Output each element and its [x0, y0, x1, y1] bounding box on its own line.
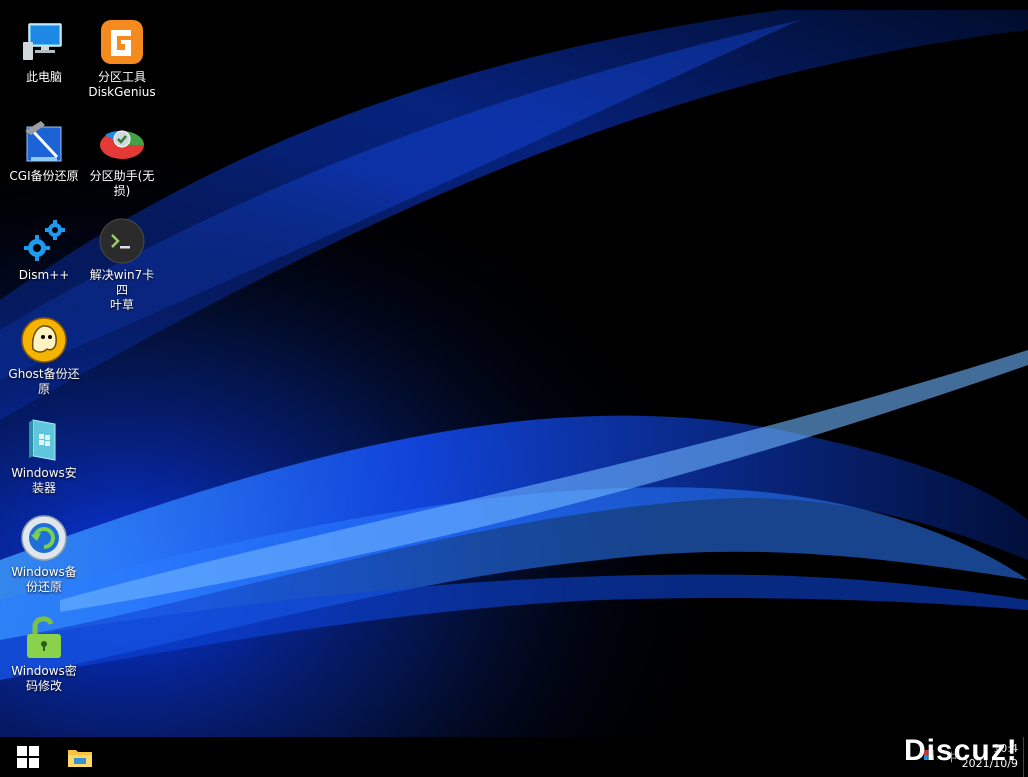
icon-label: Windows密 码修改 [11, 664, 77, 693]
terminal-icon [97, 216, 147, 266]
windows-installer-icon [19, 414, 69, 464]
cgi-backup-icon [19, 117, 69, 167]
desktop-icon-dism[interactable]: Dism++ [6, 202, 82, 294]
desktop: 此电脑 CGI备份还原 Dism++ Ghost备份还 原 Windows安 装… [0, 0, 1028, 737]
icon-label: Ghost备份还原 [8, 367, 80, 396]
desktop-icon-this-pc[interactable]: 此电脑 [6, 4, 82, 96]
partition-assistant-icon [97, 117, 147, 167]
unlock-icon [19, 612, 69, 662]
icon-label: 分区助手(无 损) [89, 169, 155, 198]
file-explorer-icon [68, 750, 92, 767]
icon-label: 此电脑 [25, 70, 62, 84]
icon-label: CGI备份还原 [9, 169, 79, 183]
icon-label: Windows安 装器 [11, 466, 77, 495]
windows-backup-icon [19, 513, 69, 563]
show-desktop-button[interactable] [1023, 737, 1028, 777]
icon-label: 解决win7卡四 叶草 [89, 268, 155, 312]
desktop-icon-partition-assistant[interactable]: 分区助手(无 损) [84, 103, 160, 198]
desktop-icon-windows-backup[interactable]: Windows备 份还原 [6, 499, 82, 594]
start-button[interactable] [4, 737, 52, 777]
desktop-icon-fix-win7[interactable]: 解决win7卡四 叶草 [84, 202, 160, 312]
desktop-icon-ghost[interactable]: Ghost备份还原 [6, 301, 82, 396]
gears-icon [19, 216, 69, 266]
desktop-icon-diskgenius[interactable]: 分区工具 DiskGenius [84, 4, 160, 99]
icon-label: 分区工具 DiskGenius [88, 70, 156, 99]
icon-label: Windows备 份还原 [11, 565, 77, 594]
ghost-icon [19, 315, 69, 365]
desktop-icon-windows-installer[interactable]: Windows安 装器 [6, 400, 82, 495]
diskgenius-icon [97, 18, 147, 68]
desktop-icon-windows-password[interactable]: Windows密 码修改 [6, 598, 82, 693]
taskbar: 中 10:4 2021/10/9 [0, 737, 1028, 777]
desktop-icon-cgi[interactable]: CGI备份还原 [6, 103, 82, 195]
windows-start-icon [17, 746, 39, 768]
computer-icon [19, 18, 69, 68]
file-explorer-button[interactable] [56, 737, 104, 777]
watermark: Discuz! [904, 734, 1018, 767]
desktop-icons: 此电脑 CGI备份还原 Dism++ Ghost备份还 原 Windows安 装… [0, 0, 1028, 737]
icon-label: Dism++ [18, 268, 70, 282]
